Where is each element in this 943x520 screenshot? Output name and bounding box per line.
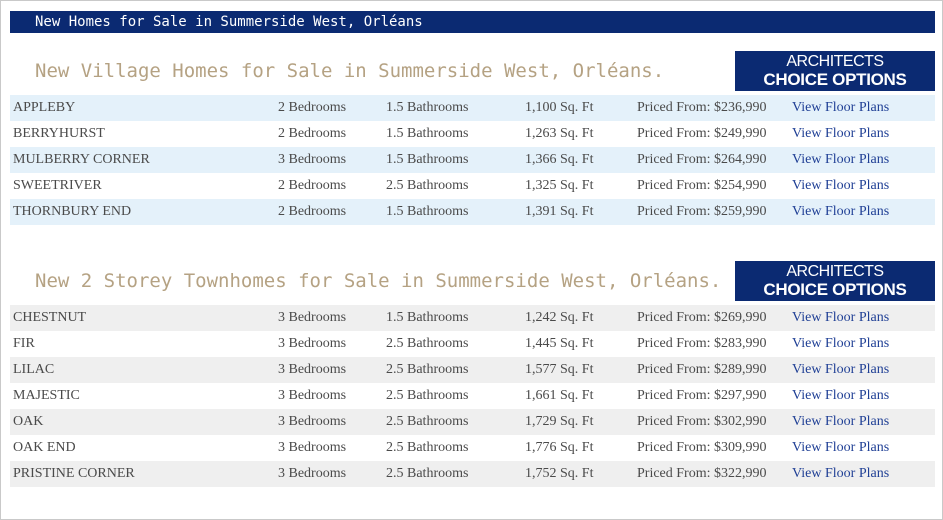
table-row: CHESTNUT 3 Bedrooms 1.5 Bathrooms 1,242 … bbox=[10, 305, 935, 331]
price: Priced From: $236,990 bbox=[637, 100, 767, 115]
view-floor-plans-link[interactable]: View Floor Plans bbox=[792, 147, 889, 173]
view-floor-plans-link[interactable]: View Floor Plans bbox=[792, 331, 889, 357]
table-row: OAK 3 Bedrooms 2.5 Bathrooms 1,729 Sq. F… bbox=[10, 409, 935, 435]
square-feet: 1,752 Sq. Ft bbox=[525, 466, 594, 481]
model-name: OAK bbox=[13, 414, 44, 429]
model-name: THORNBURY END bbox=[13, 204, 132, 219]
badge-line-2: CHOICE OPTIONS bbox=[763, 70, 907, 89]
price: Priced From: $289,990 bbox=[637, 362, 767, 377]
bedrooms: 3 Bedrooms bbox=[278, 466, 347, 481]
section-title: New Village Homes for Sale in Summerside… bbox=[35, 60, 665, 82]
model-name: FIR bbox=[13, 336, 35, 351]
section-title: New 2 Storey Townhomes for Sale in Summe… bbox=[35, 270, 722, 292]
square-feet: 1,577 Sq. Ft bbox=[525, 362, 594, 377]
model-name: BERRYHURST bbox=[13, 126, 105, 141]
table-row: SWEETRIVER 2 Bedrooms 2.5 Bathrooms 1,32… bbox=[10, 173, 935, 199]
model-name: MAJESTIC bbox=[13, 388, 80, 403]
badge-line-1: ARCHITECTS bbox=[786, 263, 884, 280]
model-name: CHESTNUT bbox=[13, 310, 87, 325]
model-name: OAK END bbox=[13, 440, 76, 455]
model-name: APPLEBY bbox=[13, 100, 76, 115]
architects-choice-badge[interactable]: ARCHITECTS CHOICE OPTIONS bbox=[735, 261, 935, 301]
view-floor-plans-link[interactable]: View Floor Plans bbox=[792, 461, 889, 487]
bathrooms: 1.5 Bathrooms bbox=[386, 126, 469, 141]
badge-line-1: ARCHITECTS bbox=[786, 53, 884, 70]
square-feet: 1,661 Sq. Ft bbox=[525, 388, 594, 403]
view-floor-plans-link[interactable]: View Floor Plans bbox=[792, 95, 889, 121]
price: Priced From: $283,990 bbox=[637, 336, 767, 351]
view-floor-plans-link[interactable]: View Floor Plans bbox=[792, 435, 889, 461]
square-feet: 1,445 Sq. Ft bbox=[525, 336, 594, 351]
bedrooms: 3 Bedrooms bbox=[278, 362, 347, 377]
table-row: MULBERRY CORNER 3 Bedrooms 1.5 Bathrooms… bbox=[10, 147, 935, 173]
price: Priced From: $259,990 bbox=[637, 204, 767, 219]
price: Priced From: $297,990 bbox=[637, 388, 767, 403]
table-row: THORNBURY END 2 Bedrooms 1.5 Bathrooms 1… bbox=[10, 199, 935, 225]
square-feet: 1,366 Sq. Ft bbox=[525, 152, 594, 167]
townhomes-list: CHESTNUT 3 Bedrooms 1.5 Bathrooms 1,242 … bbox=[10, 305, 935, 487]
page-title: New Homes for Sale in Summerside West, O… bbox=[35, 14, 423, 30]
table-row: LILAC 3 Bedrooms 2.5 Bathrooms 1,577 Sq.… bbox=[10, 357, 935, 383]
bedrooms: 3 Bedrooms bbox=[278, 336, 347, 351]
model-name: SWEETRIVER bbox=[13, 178, 102, 193]
page-header: New Homes for Sale in Summerside West, O… bbox=[10, 11, 935, 33]
bathrooms: 2.5 Bathrooms bbox=[386, 440, 469, 455]
bedrooms: 2 Bedrooms bbox=[278, 100, 347, 115]
view-floor-plans-link[interactable]: View Floor Plans bbox=[792, 173, 889, 199]
model-name: MULBERRY CORNER bbox=[13, 152, 150, 167]
view-floor-plans-link[interactable]: View Floor Plans bbox=[792, 305, 889, 331]
page-frame: New Homes for Sale in Summerside West, O… bbox=[0, 0, 943, 520]
price: Priced From: $309,990 bbox=[637, 440, 767, 455]
bathrooms: 1.5 Bathrooms bbox=[386, 152, 469, 167]
price: Priced From: $249,990 bbox=[637, 126, 767, 141]
bedrooms: 2 Bedrooms bbox=[278, 204, 347, 219]
bathrooms: 1.5 Bathrooms bbox=[386, 100, 469, 115]
view-floor-plans-link[interactable]: View Floor Plans bbox=[792, 409, 889, 435]
model-name: LILAC bbox=[13, 362, 55, 377]
square-feet: 1,729 Sq. Ft bbox=[525, 414, 594, 429]
bathrooms: 2.5 Bathrooms bbox=[386, 414, 469, 429]
table-row: MAJESTIC 3 Bedrooms 2.5 Bathrooms 1,661 … bbox=[10, 383, 935, 409]
table-row: APPLEBY 2 Bedrooms 1.5 Bathrooms 1,100 S… bbox=[10, 95, 935, 121]
square-feet: 1,776 Sq. Ft bbox=[525, 440, 594, 455]
bathrooms: 1.5 Bathrooms bbox=[386, 310, 469, 325]
bedrooms: 3 Bedrooms bbox=[278, 310, 347, 325]
square-feet: 1,100 Sq. Ft bbox=[525, 100, 594, 115]
table-row: BERRYHURST 2 Bedrooms 1.5 Bathrooms 1,26… bbox=[10, 121, 935, 147]
bathrooms: 2.5 Bathrooms bbox=[386, 178, 469, 193]
badge-line-2: CHOICE OPTIONS bbox=[763, 280, 907, 299]
view-floor-plans-link[interactable]: View Floor Plans bbox=[792, 357, 889, 383]
bedrooms: 3 Bedrooms bbox=[278, 414, 347, 429]
bedrooms: 3 Bedrooms bbox=[278, 388, 347, 403]
table-row: PRISTINE CORNER 3 Bedrooms 2.5 Bathrooms… bbox=[10, 461, 935, 487]
square-feet: 1,391 Sq. Ft bbox=[525, 204, 594, 219]
view-floor-plans-link[interactable]: View Floor Plans bbox=[792, 199, 889, 225]
model-name: PRISTINE CORNER bbox=[13, 466, 135, 481]
architects-choice-badge[interactable]: ARCHITECTS CHOICE OPTIONS bbox=[735, 51, 935, 91]
village-homes-list: APPLEBY 2 Bedrooms 1.5 Bathrooms 1,100 S… bbox=[10, 95, 935, 225]
bathrooms: 2.5 Bathrooms bbox=[386, 466, 469, 481]
square-feet: 1,242 Sq. Ft bbox=[525, 310, 594, 325]
price: Priced From: $254,990 bbox=[637, 178, 767, 193]
square-feet: 1,325 Sq. Ft bbox=[525, 178, 594, 193]
bathrooms: 2.5 Bathrooms bbox=[386, 362, 469, 377]
bedrooms: 3 Bedrooms bbox=[278, 440, 347, 455]
price: Priced From: $302,990 bbox=[637, 414, 767, 429]
price: Priced From: $269,990 bbox=[637, 310, 767, 325]
bedrooms: 3 Bedrooms bbox=[278, 152, 347, 167]
view-floor-plans-link[interactable]: View Floor Plans bbox=[792, 383, 889, 409]
price: Priced From: $322,990 bbox=[637, 466, 767, 481]
square-feet: 1,263 Sq. Ft bbox=[525, 126, 594, 141]
bedrooms: 2 Bedrooms bbox=[278, 178, 347, 193]
bathrooms: 2.5 Bathrooms bbox=[386, 388, 469, 403]
view-floor-plans-link[interactable]: View Floor Plans bbox=[792, 121, 889, 147]
price: Priced From: $264,990 bbox=[637, 152, 767, 167]
table-row: OAK END 3 Bedrooms 2.5 Bathrooms 1,776 S… bbox=[10, 435, 935, 461]
bathrooms: 2.5 Bathrooms bbox=[386, 336, 469, 351]
bathrooms: 1.5 Bathrooms bbox=[386, 204, 469, 219]
bedrooms: 2 Bedrooms bbox=[278, 126, 347, 141]
table-row: FIR 3 Bedrooms 2.5 Bathrooms 1,445 Sq. F… bbox=[10, 331, 935, 357]
